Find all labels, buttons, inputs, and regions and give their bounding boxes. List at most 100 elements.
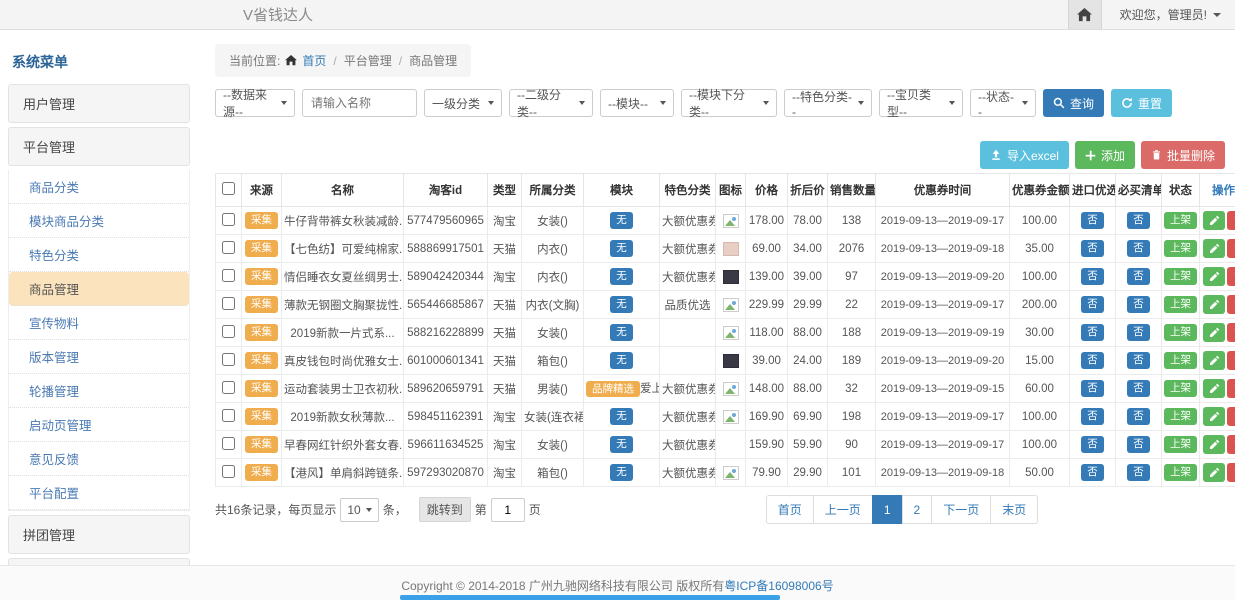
reset-button[interactable]: 重置 [1111,89,1172,117]
delete-button[interactable] [1227,407,1235,426]
sidebar-item-商品分类[interactable]: 商品分类 [9,170,189,204]
edit-button[interactable] [1203,407,1225,426]
delete-button[interactable] [1227,239,1235,258]
breadcrumb-home-link[interactable]: 首页 [302,52,326,69]
page-button-2[interactable]: 2 [902,495,933,524]
home-button[interactable] [1068,0,1102,29]
sales-cell: 32 [828,375,876,403]
edit-button[interactable] [1203,351,1225,370]
delete-button[interactable] [1227,351,1235,370]
delete-button[interactable] [1227,267,1235,286]
horizontal-scrollbar-thumb[interactable] [400,595,780,600]
jump-to-button[interactable]: 跳转到 [419,497,471,522]
status-cell: 上架 [1162,319,1200,347]
row-checkbox[interactable] [222,437,235,450]
source-cell: 采集 [242,347,282,375]
status-cell: 上架 [1162,459,1200,487]
sidebar-item-商品管理[interactable]: 商品管理 [9,272,189,306]
search-button[interactable]: 查询 [1043,89,1104,117]
import-excel-button[interactable]: 导入excel [980,141,1069,169]
delete-button[interactable] [1227,435,1235,454]
user-menu[interactable]: 欢迎您，管理员! [1102,6,1235,23]
name-search-input[interactable] [302,89,417,117]
module-value: --模块-- [608,95,648,112]
row-checkbox[interactable] [222,409,235,422]
edit-button[interactable] [1203,211,1225,230]
page-button-首页[interactable]: 首页 [766,495,814,524]
feature-category-select[interactable]: --特色分类-- [784,89,872,117]
sidebar-item-特色分类[interactable]: 特色分类 [9,238,189,272]
delete-button[interactable] [1227,463,1235,482]
row-checkbox[interactable] [222,325,235,338]
module-sub-category-select[interactable]: --模块下分类-- [681,89,777,117]
sidebar-item-平台配置[interactable]: 平台配置 [9,476,189,510]
row-checkbox[interactable] [222,353,235,366]
product-thumbnail-icon [723,326,739,340]
page-button-1[interactable]: 1 [872,495,903,524]
feature-cell: 大额优惠券 [660,263,716,291]
edit-button[interactable] [1203,295,1225,314]
page-button-下一页[interactable]: 下一页 [931,495,991,524]
module-select[interactable]: --模块-- [600,89,674,117]
per-page-select[interactable]: 10 [340,498,378,522]
source-badge: 采集 [245,464,278,481]
product-thumbnail-icon [723,354,739,368]
sidebar-item-轮播管理[interactable]: 轮播管理 [9,374,189,408]
select-all-header [216,174,242,207]
page-button-末页[interactable]: 末页 [990,495,1038,524]
column-header-图标: 图标 [716,174,746,207]
records-summary: 共16条记录，每页显示 [215,501,336,518]
sidebar-item-平台管理[interactable]: 平台管理 [8,127,190,166]
edit-button[interactable] [1203,239,1225,258]
level2-category-select[interactable]: --二级分类-- [509,89,593,117]
select-all-checkbox[interactable] [222,182,235,195]
row-checkbox[interactable] [222,381,235,394]
sidebar-item-拼团管理[interactable]: 拼团管理 [8,515,190,554]
data-source-select[interactable]: --数据来源-- [215,89,295,117]
delete-button[interactable] [1227,295,1235,314]
taoke-id-cell: 601000601341 [404,347,488,375]
item-type-value: --宝贝类型-- [887,86,943,120]
edit-button[interactable] [1203,463,1225,482]
row-select-cell [216,459,242,487]
delete-button[interactable] [1227,379,1235,398]
discount-price-cell: 88.00 [788,375,828,403]
sidebar-item-意见反馈[interactable]: 意见反馈 [9,442,189,476]
page-button-上一页[interactable]: 上一页 [813,495,873,524]
row-checkbox[interactable] [222,465,235,478]
status-select[interactable]: --状态-- [970,89,1036,117]
row-select-cell [216,375,242,403]
source-badge: 采集 [245,436,278,453]
edit-button[interactable] [1203,379,1225,398]
sidebar-item-版本管理[interactable]: 版本管理 [9,340,189,374]
chevron-down-icon [858,101,864,105]
sidebar-item-模块商品分类[interactable]: 模块商品分类 [9,204,189,238]
page-number-input[interactable] [491,498,525,522]
row-checkbox[interactable] [222,297,235,310]
icp-link[interactable]: 粤ICP备16098006号 [724,579,833,593]
delete-button[interactable] [1227,211,1235,230]
sidebar-item-启动页管理[interactable]: 启动页管理 [9,408,189,442]
delete-button[interactable] [1227,323,1235,342]
feature-cell [660,347,716,375]
status-badge: 上架 [1164,436,1197,453]
item-type-select[interactable]: --宝贝类型-- [879,89,963,117]
add-button[interactable]: 添加 [1075,141,1135,169]
sidebar-item-用户管理[interactable]: 用户管理 [8,84,190,123]
row-checkbox[interactable] [222,241,235,254]
sidebar-item-宣传物料[interactable]: 宣传物料 [9,306,189,340]
sales-cell: 22 [828,291,876,319]
type-cell: 天猫 [488,235,522,263]
column-header-折后价: 折后价 [788,174,828,207]
batch-delete-button[interactable]: 批量删除 [1141,141,1225,169]
discount-price-cell: 39.00 [788,263,828,291]
level1-category-select[interactable]: 一级分类 [424,89,502,117]
row-checkbox[interactable] [222,213,235,226]
edit-button[interactable] [1203,323,1225,342]
feature-cell: 大额优惠券 [660,375,716,403]
row-checkbox[interactable] [222,269,235,282]
edit-button[interactable] [1203,267,1225,286]
coupon-time-cell: 2019-09-13—2019-09-20 [876,263,1010,291]
edit-button[interactable] [1203,435,1225,454]
module-badge: 无 [610,212,633,229]
